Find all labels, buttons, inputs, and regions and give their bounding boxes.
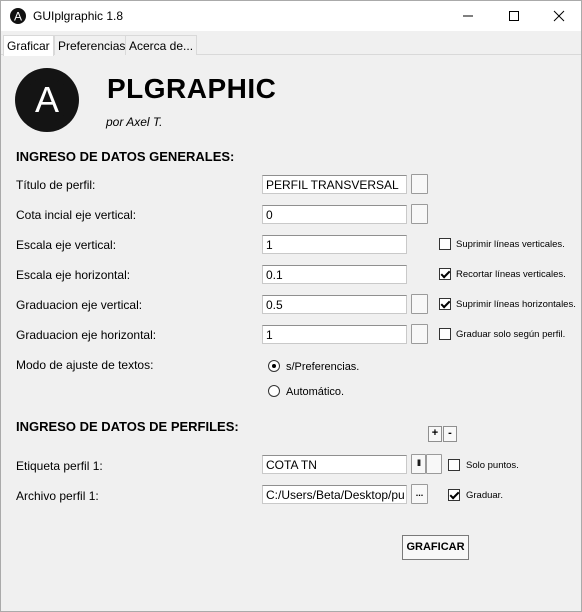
horizontal-graduation-input[interactable]: 1 [262, 325, 407, 344]
initial-elevation-label: Cota incial eje vertical: [16, 208, 137, 222]
graduar-label: Graduar. [466, 490, 503, 501]
profile-tag-input[interactable]: COTA TN [262, 455, 407, 474]
trim-vertical-lines-label: Recortar líneas verticales. [456, 269, 566, 280]
svg-text:A: A [14, 10, 22, 24]
graduate-by-profile-label: Graduar solo según perfil. [456, 329, 566, 340]
profile-title-label: Título de perfil: [16, 178, 96, 192]
vertical-scale-input[interactable]: 1 [262, 235, 407, 254]
text-mode-label: Modo de ajuste de textos: [16, 358, 154, 372]
app-name: PLGRAPHIC [107, 73, 277, 104]
vertical-graduation-button[interactable] [411, 294, 428, 314]
initial-elevation-button[interactable] [411, 204, 428, 224]
graficar-button[interactable]: GRAFICAR [402, 535, 469, 560]
profile-title-button[interactable] [411, 174, 428, 194]
minimize-icon [463, 15, 473, 17]
text-mode-preferences-radio[interactable] [268, 360, 280, 372]
horizontal-graduation-label: Graduacion eje horizontal: [16, 328, 157, 342]
svg-text:A: A [35, 79, 59, 120]
text-mode-automatic-label: Automático. [286, 386, 345, 398]
profile-pause-button[interactable]: II [411, 454, 426, 474]
profile-title-input[interactable]: PERFIL TRANSVERSAL [262, 175, 407, 194]
horizontal-graduation-button[interactable] [411, 324, 428, 344]
text-mode-automatic-radio[interactable] [268, 385, 280, 397]
app-logo-icon: A [10, 8, 26, 24]
tab-graficar[interactable]: Graficar [3, 35, 54, 56]
vertical-graduation-input[interactable]: 0.5 [262, 295, 407, 314]
tab-bar: Graficar Preferencias Acerca de... [1, 35, 581, 56]
suppress-vertical-lines-label: Suprimir líneas verticales. [456, 239, 565, 250]
general-data-heading: INGRESO DE DATOS GENERALES: [16, 149, 235, 164]
trim-vertical-lines-checkbox[interactable] [439, 268, 451, 280]
maximize-icon [509, 11, 519, 21]
suppress-horizontal-lines-label: Suprimir líneas horizontales. [456, 299, 576, 310]
vertical-scale-label: Escala eje vertical: [16, 238, 117, 252]
app-window: A GUIplgraphic 1.8 Graficar Preferencias… [0, 0, 582, 612]
suppress-horizontal-lines-checkbox[interactable] [439, 298, 451, 310]
vertical-graduation-label: Graduacion eje vertical: [16, 298, 143, 312]
solo-puntos-label: Solo puntos. [466, 460, 519, 471]
graduar-checkbox[interactable] [448, 489, 460, 501]
browse-file-button[interactable]: ... [411, 484, 428, 504]
horizontal-scale-label: Escala eje horizontal: [16, 268, 131, 282]
profiles-data-heading: INGRESO DE DATOS DE PERFILES: [16, 419, 239, 434]
text-mode-preferences-label: s/Preferencias. [286, 361, 360, 373]
tab-preferencias[interactable]: Preferencias [54, 35, 130, 55]
maximize-button[interactable] [491, 1, 537, 31]
horizontal-scale-input[interactable]: 0.1 [262, 265, 407, 284]
profile-file-label: Archivo perfil 1: [16, 489, 99, 503]
graduate-by-profile-checkbox[interactable] [439, 328, 451, 340]
close-icon [553, 10, 565, 22]
window-title: GUIplgraphic 1.8 [33, 9, 124, 23]
title-bar: A GUIplgraphic 1.8 [1, 1, 581, 31]
minimize-button[interactable] [445, 1, 491, 31]
profile-tag-label: Etiqueta perfil 1: [16, 459, 103, 473]
remove-profile-button[interactable]: - [443, 426, 457, 442]
profile-color-button[interactable] [426, 454, 442, 474]
suppress-vertical-lines-checkbox[interactable] [439, 238, 451, 250]
initial-elevation-input[interactable]: 0 [262, 205, 407, 224]
plgraphic-logo: A [15, 68, 79, 132]
profile-file-input[interactable]: C:/Users/Beta/Desktop/pu [262, 485, 407, 504]
tab-acerca-de[interactable]: Acerca de... [125, 35, 198, 55]
solo-puntos-checkbox[interactable] [448, 459, 460, 471]
app-author: por Axel T. [106, 115, 163, 129]
close-button[interactable] [536, 1, 582, 31]
add-profile-button[interactable]: + [428, 426, 442, 442]
